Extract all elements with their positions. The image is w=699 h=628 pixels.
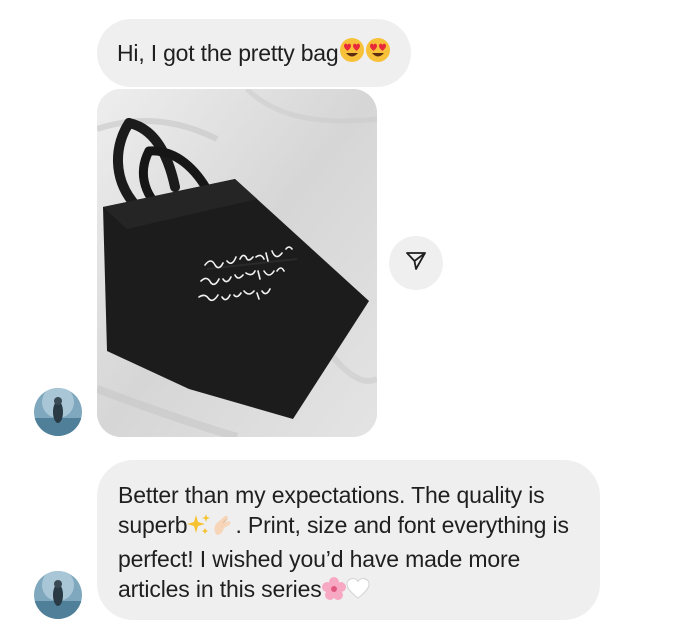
sender-avatar[interactable] <box>34 388 82 436</box>
tote-bag-photo[interactable] <box>97 89 377 437</box>
sparkles-emoji-icon <box>187 513 211 544</box>
paper-plane-icon <box>404 249 428 278</box>
pinching-hand-emoji-icon <box>211 513 235 544</box>
chat-thread: Hi, I got the pretty bag Better than my … <box>0 0 699 628</box>
message-bubble-2[interactable]: Better than my expectations. The quality… <box>97 460 600 620</box>
message-bubble-1[interactable]: Hi, I got the pretty bag <box>97 19 411 87</box>
heart-eyes-emoji-icon <box>365 37 391 69</box>
heart-eyes-emoji-icon <box>339 37 365 69</box>
white-heart-emoji-icon <box>346 577 370 608</box>
cherry-blossom-emoji-icon <box>321 577 346 608</box>
share-button[interactable] <box>389 236 443 290</box>
sender-avatar[interactable] <box>34 571 82 619</box>
message-text-1: Hi, I got the pretty bag <box>117 39 339 66</box>
